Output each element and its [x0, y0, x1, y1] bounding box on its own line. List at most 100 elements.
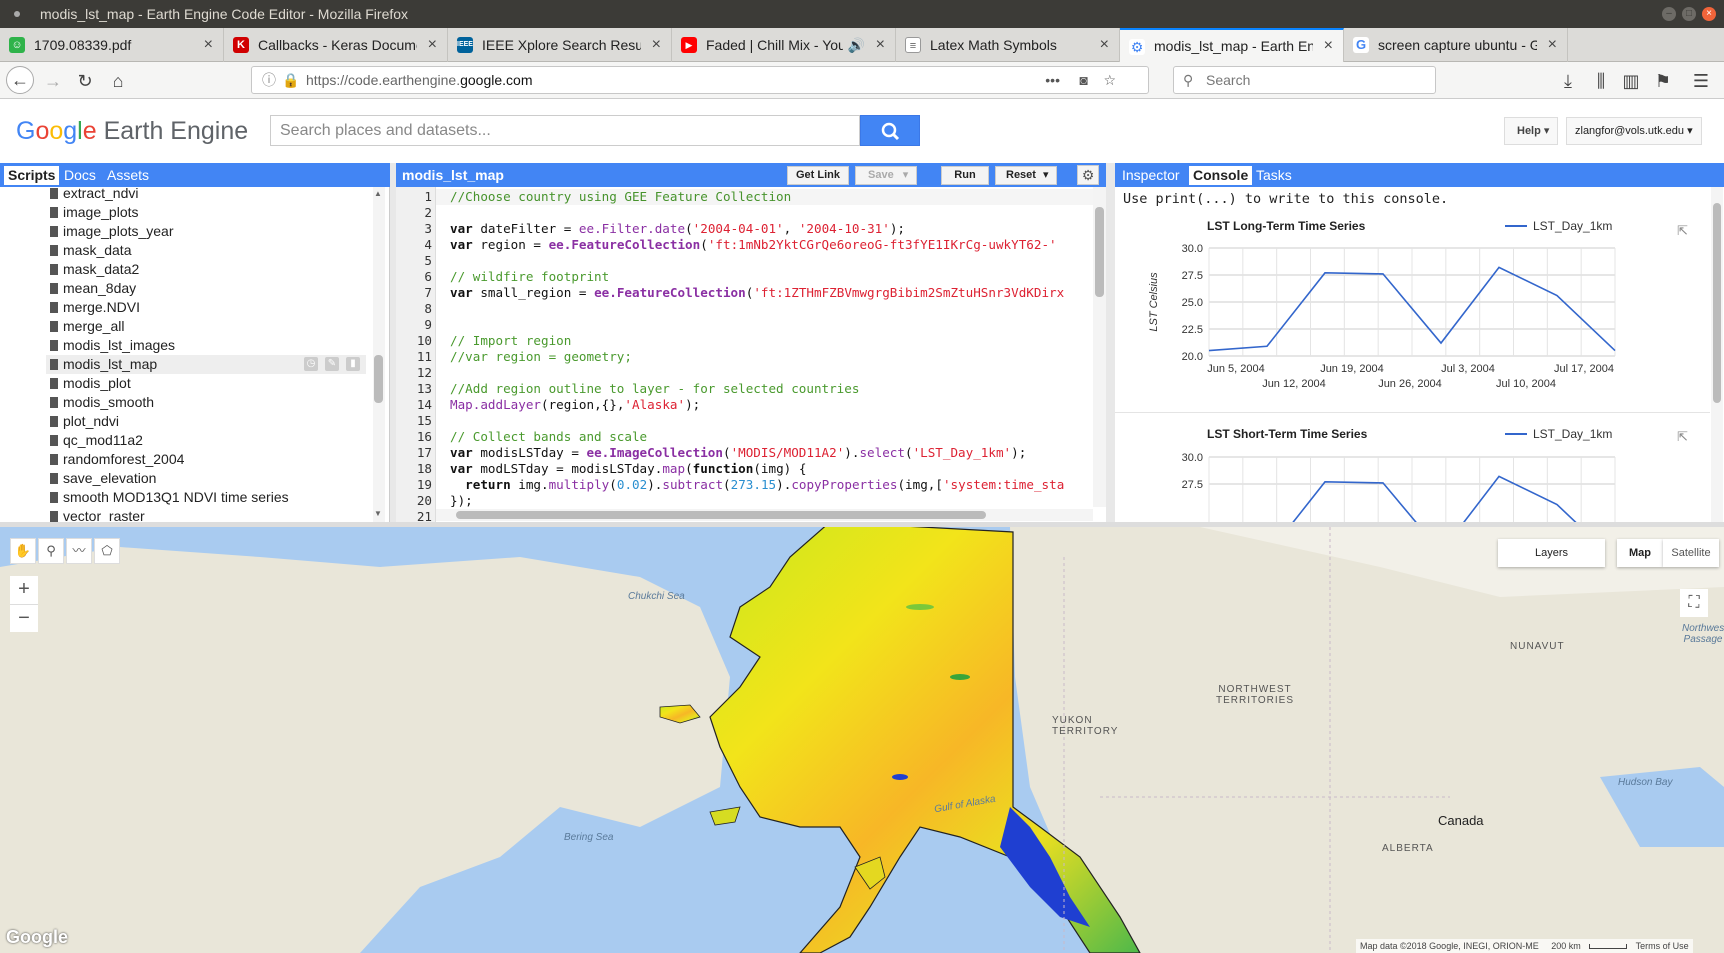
forward-icon[interactable]: → [40, 68, 66, 94]
info-icon[interactable]: ⓘ [262, 67, 276, 93]
tab-pdf[interactable]: ☺ 1709.08339.pdf × [0, 28, 224, 62]
editor-vertical-scrollbar[interactable] [1093, 187, 1106, 507]
file-tree-scrollbar[interactable]: ▲ ▼ [373, 187, 385, 522]
home-icon[interactable]: ⌂ [105, 68, 131, 94]
file-item[interactable]: modis_plot [50, 374, 131, 393]
bookmark-star-icon[interactable]: ☆ [1103, 67, 1116, 93]
tab-close-icon[interactable]: × [204, 28, 213, 62]
satellite-type-button[interactable]: Satellite [1663, 539, 1719, 567]
tab-docs[interactable]: Docs [60, 166, 100, 185]
edit-icon[interactable]: ✎ [325, 357, 339, 371]
google-icon: G [1353, 37, 1369, 53]
draw-line-icon[interactable]: 〰 [66, 538, 92, 564]
tab-close-icon[interactable]: × [428, 28, 437, 62]
file-item[interactable]: modis_smooth [50, 393, 154, 412]
file-item[interactable]: smooth MOD13Q1 NDVI time series [50, 488, 289, 507]
tab-tasks[interactable]: Tasks [1252, 166, 1296, 185]
sidebar-icon[interactable]: ▥ [1618, 68, 1644, 94]
console-scrollbar[interactable] [1711, 187, 1723, 522]
tab-console[interactable]: Console [1189, 166, 1253, 185]
run-button[interactable]: Run [941, 166, 989, 185]
panel-splitter[interactable] [1106, 163, 1115, 522]
file-item-selected[interactable]: modis_lst_map ◷ ✎ ▮ [46, 355, 366, 374]
pocket-icon[interactable]: ◙ [1080, 67, 1088, 93]
save-button[interactable]: Save ▾ [855, 166, 917, 185]
code-line: var dateFilter = ee.Filter.date('2004-04… [450, 221, 905, 236]
add-marker-icon[interactable]: ⚲ [38, 538, 64, 564]
minimize-icon[interactable]: – [1662, 7, 1676, 21]
file-item[interactable]: image_plots_year [50, 222, 174, 241]
tab-earth-engine[interactable]: ⚙ modis_lst_map - Earth Eng × [1120, 28, 1344, 62]
browser-search-input[interactable]: ⚲ Search [1173, 66, 1436, 94]
line-number: 16 [416, 429, 432, 444]
tab-youtube[interactable]: ▶ Faded | Chill Mix - YouTu 🔊 × [672, 28, 896, 62]
open-in-new-icon[interactable]: ⇱ [1677, 429, 1688, 445]
file-item[interactable]: merge_all [50, 317, 124, 336]
file-item[interactable]: qc_mod11a2 [50, 431, 143, 450]
history-icon[interactable]: ◷ [304, 357, 318, 371]
zoom-out-button[interactable]: − [10, 604, 38, 632]
file-item[interactable]: modis_lst_images [50, 336, 175, 355]
user-account-button[interactable]: zlangfor@vols.utk.edu ▾ [1566, 117, 1702, 145]
file-item[interactable]: mask_data2 [50, 260, 139, 279]
settings-gear-icon[interactable]: ⚙ [1077, 165, 1099, 185]
google-earth-engine-logo[interactable]: Google Earth Engine [16, 116, 248, 146]
file-item[interactable]: extract_ndvi [50, 187, 138, 203]
tab-close-icon[interactable]: × [1548, 28, 1557, 62]
file-item[interactable]: mean_8day [50, 279, 136, 298]
map-type-button[interactable]: Map [1617, 539, 1663, 567]
file-item[interactable]: randomforest_2004 [50, 450, 184, 469]
url-bar[interactable]: ⓘ 🔒 https://code.earthengine.google.com … [251, 66, 1149, 94]
tab-scripts[interactable]: Scripts [4, 166, 60, 185]
file-item[interactable]: image_plots [50, 203, 139, 222]
chevron-down-icon[interactable]: ▾ [1043, 169, 1049, 181]
map-view[interactable]: Chukchi Sea NUNAVUT YUKON TERRITORY NORT… [0, 527, 1724, 953]
tab-close-icon[interactable]: × [1100, 28, 1109, 62]
places-search-input[interactable]: Search places and datasets... [270, 115, 860, 146]
tab-assets[interactable]: Assets [103, 166, 153, 185]
reset-button[interactable]: Reset ▾ [995, 166, 1057, 185]
reload-icon[interactable]: ↻ [72, 68, 98, 94]
delete-icon[interactable]: ▮ [346, 357, 360, 371]
terms-of-use-link[interactable]: Terms of Use [1636, 941, 1689, 951]
code-line: Map.addLayer(region,{},'Alaska'); [450, 397, 701, 412]
maximize-icon[interactable]: □ [1682, 7, 1696, 21]
line-number: 3 [424, 221, 432, 236]
window-menu-icon[interactable] [14, 11, 20, 17]
document-icon: ≡ [905, 37, 921, 53]
menu-icon[interactable]: ☰ [1688, 68, 1714, 94]
help-button[interactable]: Help ▾ [1504, 117, 1558, 145]
download-icon[interactable]: ⤓ [1555, 68, 1581, 94]
tab-close-icon[interactable]: × [876, 28, 885, 62]
zoom-in-button[interactable]: + [10, 576, 38, 604]
close-icon[interactable]: × [1702, 7, 1716, 21]
file-item[interactable]: save_elevation [50, 469, 156, 488]
get-link-button[interactable]: Get Link [787, 166, 849, 185]
tab-keras[interactable]: K Callbacks - Keras Documen × [224, 28, 448, 62]
tab-latex[interactable]: ≡ Latex Math Symbols × [896, 28, 1120, 62]
page-actions-icon[interactable]: ••• [1045, 67, 1060, 93]
library-icon[interactable]: ⫼ [1588, 68, 1614, 94]
tab-close-icon[interactable]: × [652, 28, 661, 62]
places-search-button[interactable] [860, 115, 920, 146]
layers-button[interactable]: Layers [1498, 539, 1605, 567]
code-editor[interactable]: 1 2 3 4 5 6 7 8 9 10 11 12 13 14 15 16 17 18 19 20 21 //Choo… [396, 187, 1106, 522]
tab-ieee[interactable]: IEEE IEEE Xplore Search Result × [448, 28, 672, 62]
tab-google[interactable]: G screen capture ubuntu - G × [1344, 28, 1568, 62]
file-item[interactable]: merge.NDVI [50, 298, 140, 317]
logo-product-name: Earth Engine [103, 117, 249, 145]
open-in-new-icon[interactable]: ⇱ [1677, 223, 1688, 239]
chevron-down-icon[interactable]: ▾ [903, 169, 909, 181]
fullscreen-icon[interactable]: ⛶ [1680, 589, 1708, 617]
back-icon[interactable]: ← [6, 66, 34, 94]
extension-icon[interactable]: ⚑ [1650, 68, 1676, 94]
file-item[interactable]: mask_data [50, 241, 131, 260]
speaker-icon[interactable]: 🔊 [848, 28, 865, 62]
editor-horizontal-scrollbar[interactable] [436, 509, 1093, 521]
tab-inspector[interactable]: Inspector [1118, 166, 1184, 185]
file-item[interactable]: vector_raster [50, 507, 145, 522]
draw-shape-icon[interactable]: ⬠ [94, 538, 120, 564]
pan-hand-icon[interactable]: ✋ [10, 538, 36, 564]
tab-close-icon[interactable]: × [1324, 30, 1333, 62]
file-item[interactable]: plot_ndvi [50, 412, 119, 431]
